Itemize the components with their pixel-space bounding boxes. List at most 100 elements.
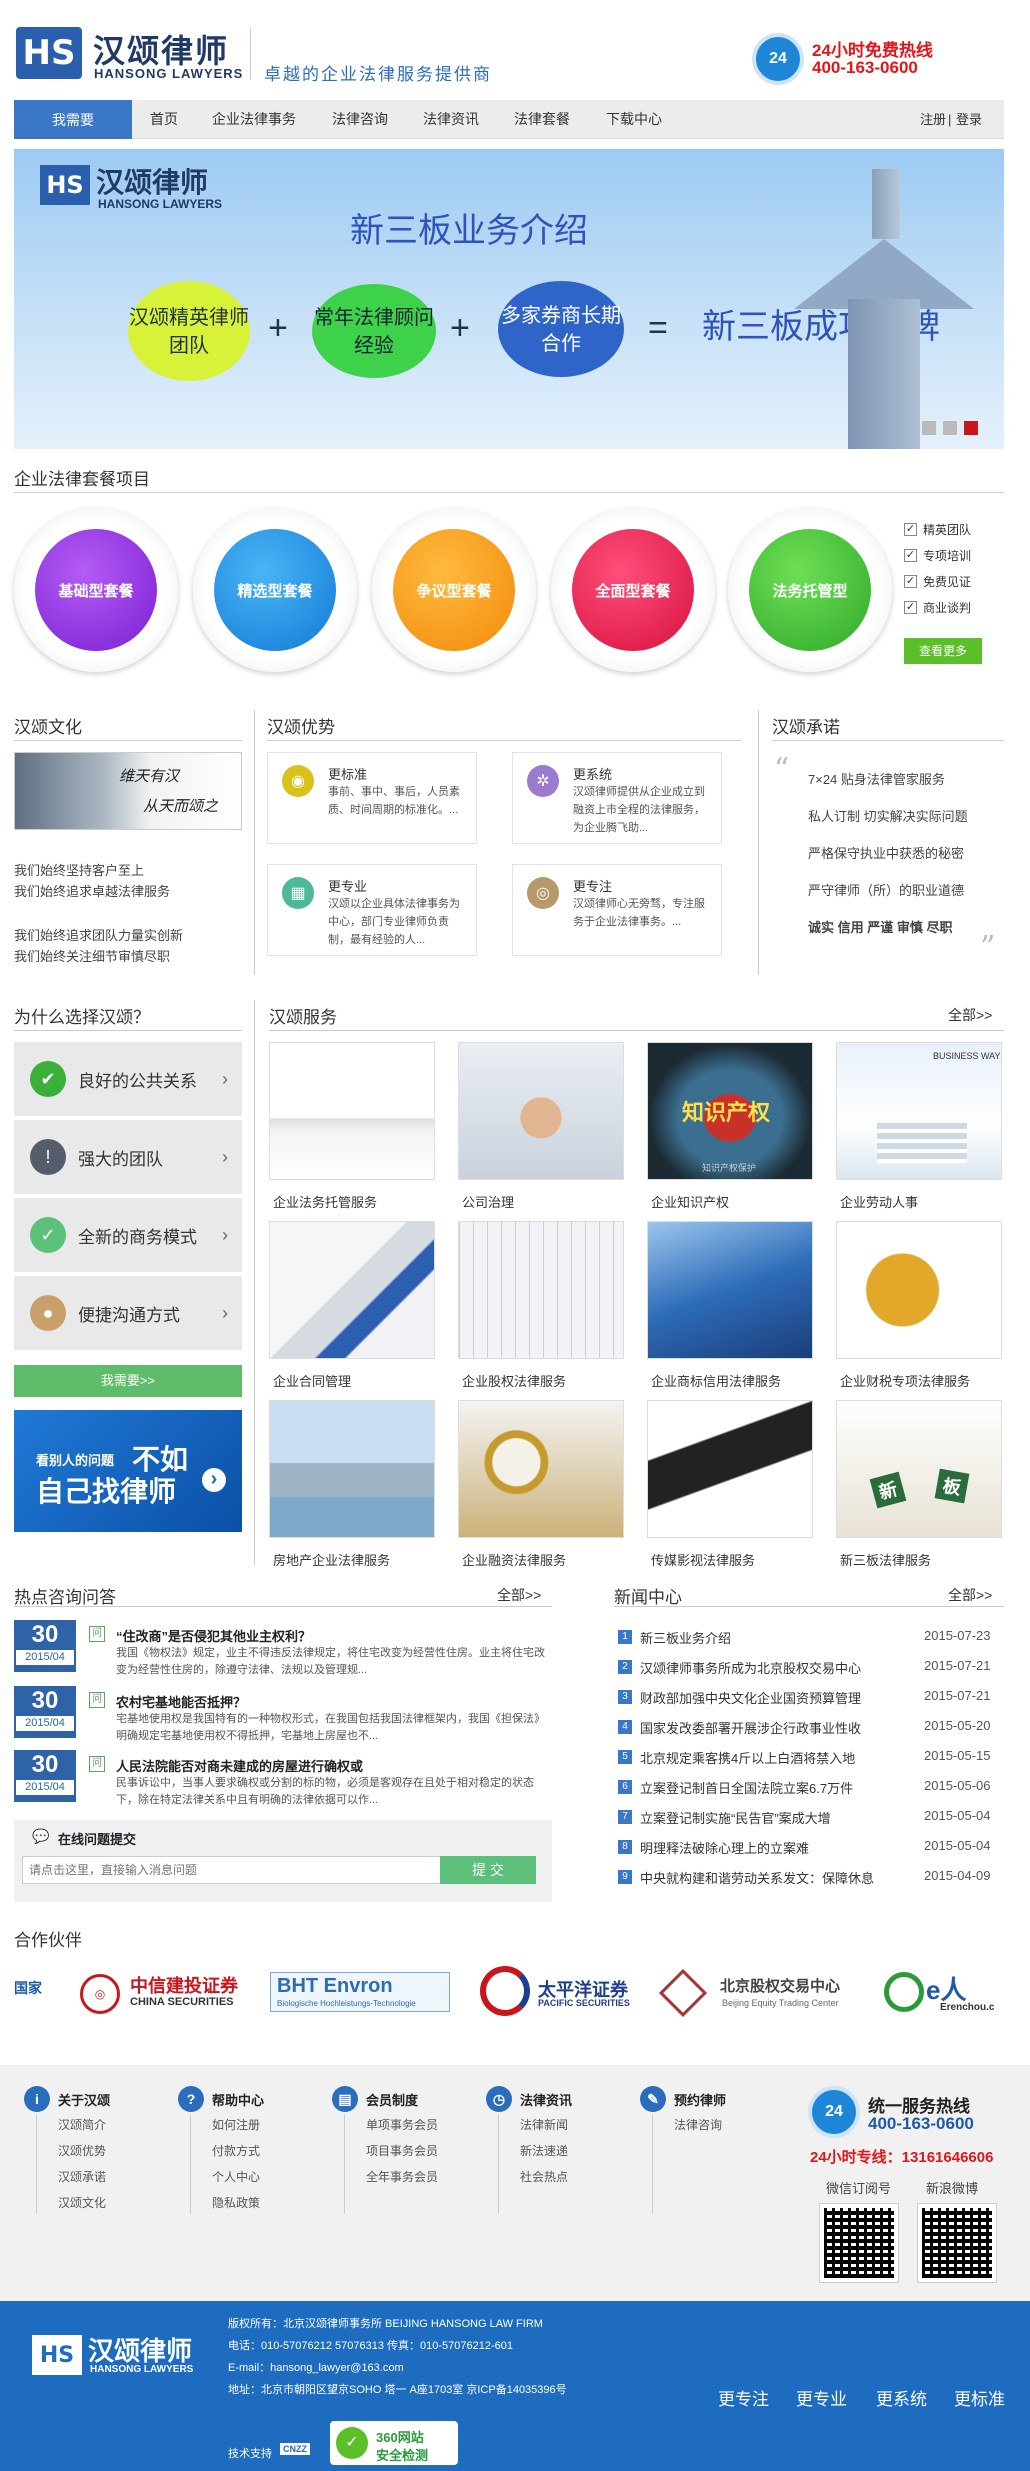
service-img-media[interactable]	[647, 1400, 813, 1538]
advantage-system[interactable]: ✲ 更系统 汉颂律师提供从企业成立到融资上市全程的法律服务，为企业腾飞助...	[512, 752, 722, 844]
news-row[interactable]: 6 立案登记制首日全国法院立案6.7万件 2015-05-06	[618, 1777, 1004, 1797]
nav-legal-news[interactable]: 法律资讯	[423, 100, 479, 139]
footer-link[interactable]: 法律新闻	[520, 2116, 568, 2133]
login-link[interactable]: 登录	[956, 100, 982, 139]
news-row[interactable]: 9 中央就构建和谐劳动关系发文：保障休息 2015-04-09	[618, 1867, 1004, 1887]
service-img-custody[interactable]	[269, 1042, 435, 1180]
news-title[interactable]: 立案登记制实施“民告官”案成大增	[640, 1808, 831, 1827]
footer-link[interactable]: 如何注册	[212, 2116, 260, 2133]
service-img-realestate[interactable]	[269, 1400, 435, 1538]
slide-dot-1[interactable]	[922, 421, 936, 435]
service-img-credit[interactable]	[647, 1221, 813, 1359]
news-row[interactable]: 5 北京规定乘客携4斤以上白酒将禁入地 2015-05-15	[618, 1747, 1004, 1767]
nav-home[interactable]: 首页	[150, 100, 178, 139]
news-row[interactable]: 4 国家发改委部署开展涉企行政事业性收 2015-05-20	[618, 1717, 1004, 1737]
service-caption[interactable]: 公司治理	[462, 1192, 514, 1211]
service-caption[interactable]: 企业劳动人事	[840, 1192, 918, 1211]
why-item-business[interactable]: ✓ 全新的商务模式 ›	[14, 1198, 242, 1274]
news-title[interactable]: 北京规定乘客携4斤以上白酒将禁入地	[640, 1748, 855, 1767]
nav-downloads[interactable]: 下载中心	[606, 100, 662, 139]
qa-item-title-1[interactable]: “住改商”是否侵犯其他业主权利？	[116, 1626, 311, 1645]
news-row[interactable]: 8 明理释法破除心理上的立案难 2015-05-04	[618, 1837, 1004, 1857]
service-caption[interactable]: 新三板法律服务	[840, 1550, 931, 1569]
news-title[interactable]: 新三板业务介绍	[640, 1628, 731, 1647]
service-img-equity[interactable]	[458, 1221, 624, 1359]
news-row[interactable]: 3 财政部加强中央文化企业国资预算管理 2015-07-21	[618, 1687, 1004, 1707]
partner-logo-3[interactable]: BHT Envron Biologische Hochleistungs-Tec…	[270, 1972, 450, 2012]
service-img-hr[interactable]: BUSINESS WAY	[836, 1042, 1002, 1180]
service-caption[interactable]: 企业商标信用法律服务	[651, 1371, 781, 1390]
service-img-neeq[interactable]: 新 板	[836, 1400, 1002, 1538]
news-title[interactable]: 中央就构建和谐劳动关系发文：保障休息	[640, 1868, 874, 1887]
hero-banner[interactable]: HS 汉颂律师 HANSONG LAWYERS 新三板业务介绍 汉颂精英律师团队…	[14, 149, 1004, 449]
slide-dot-2[interactable]	[943, 421, 957, 435]
qa-item-title-2[interactable]: 农村宅基地能否抵押？	[116, 1692, 246, 1711]
service-img-ip[interactable]: 知识产权 知识产权保护	[647, 1042, 813, 1180]
service-caption[interactable]: 企业知识产权	[651, 1192, 729, 1211]
service-caption[interactable]: 企业财税专项法律服务	[840, 1371, 970, 1390]
news-title[interactable]: 汉颂律师事务所成为北京股权交易中心	[640, 1658, 861, 1677]
service-caption[interactable]: 企业法务托管服务	[273, 1192, 377, 1211]
news-row[interactable]: 1 新三板业务介绍 2015-07-23	[618, 1627, 1004, 1647]
service-caption[interactable]: 企业股权法律服务	[462, 1371, 566, 1390]
qa-item-title-3[interactable]: 人民法院能否对商未建成的房屋进行确权或	[116, 1756, 363, 1775]
find-lawyer-ad[interactable]: 看别人的问题 不如 自己找律师 ›	[14, 1410, 242, 1532]
news-title[interactable]: 立案登记制首日全国法院立案6.7万件	[640, 1778, 853, 1797]
footer-link[interactable]: 汉颂文化	[58, 2194, 106, 2211]
qa-more-link[interactable]: 全部>>	[497, 1585, 541, 1605]
package-custody[interactable]: 法务托管型	[728, 508, 892, 672]
footer-link[interactable]: 汉颂承诺	[58, 2168, 106, 2185]
nav-enterprise-affairs[interactable]: 企业法律事务	[212, 100, 296, 139]
footer-link[interactable]: 汉颂简介	[58, 2116, 106, 2133]
question-input[interactable]	[22, 1856, 444, 1884]
advantage-standard[interactable]: ◉ 更标准 事前、事中、事后，人员素质、时间周期的标准化。...	[267, 752, 477, 844]
package-select[interactable]: 精选型套餐	[193, 508, 357, 672]
footer-link[interactable]: 法律咨询	[674, 2116, 722, 2133]
footer-link[interactable]: 个人中心	[212, 2168, 260, 2185]
service-img-contract[interactable]	[269, 1221, 435, 1359]
news-more-link[interactable]: 全部>>	[948, 1585, 992, 1605]
service-caption[interactable]: 传媒影视法律服务	[651, 1550, 755, 1569]
why-item-relations[interactable]: ✔ 良好的公共关系 ›	[14, 1042, 242, 1118]
package-full[interactable]: 全面型套餐	[551, 508, 715, 672]
partner-logo-2[interactable]: 中信建投证券	[130, 1972, 238, 1998]
news-row[interactable]: 7 立案登记制实施“民告官”案成大增 2015-05-04	[618, 1807, 1004, 1827]
news-title[interactable]: 国家发改委部署开展涉企行政事业性收	[640, 1718, 861, 1737]
view-more-button[interactable]: 查看更多	[904, 638, 982, 664]
nav-legal-packages[interactable]: 法律套餐	[514, 100, 570, 139]
footer-link[interactable]: 汉颂优势	[58, 2142, 106, 2159]
package-basic[interactable]: 基础型套餐	[14, 508, 178, 672]
service-img-financing[interactable]	[458, 1400, 624, 1538]
advantage-professional[interactable]: ▦ 更专业 汉颂以企业具体法律事务为中心，部门专业律师负责制，最有经验的人...	[267, 864, 477, 956]
service-img-tax[interactable]	[836, 1221, 1002, 1359]
security-badge[interactable]: ✓ 360网站 安全检测	[330, 2421, 458, 2465]
footer-link[interactable]: 新法速递	[520, 2142, 568, 2159]
slide-dot-3[interactable]	[964, 421, 978, 435]
nav-need-button[interactable]: 我需要	[14, 100, 132, 139]
nav-legal-consult[interactable]: 法律咨询	[332, 100, 388, 139]
package-dispute[interactable]: 争议型套餐	[372, 508, 536, 672]
why-item-communication[interactable]: ● 便捷沟通方式 ›	[14, 1276, 242, 1352]
cnzz-badge[interactable]: CNZZ	[280, 2443, 310, 2455]
register-link[interactable]: 注册	[920, 100, 946, 139]
footer-link[interactable]: 全年事务会员	[366, 2168, 438, 2185]
why-item-team[interactable]: ! 强大的团队 ›	[14, 1120, 242, 1196]
footer-link[interactable]: 项目事务会员	[366, 2142, 438, 2159]
news-title[interactable]: 明理释法破除心理上的立案难	[640, 1838, 809, 1857]
partner-logo-5[interactable]: 北京股权交易中心	[720, 1975, 840, 1996]
advantage-focus[interactable]: ◎ 更专注 汉颂律师心无旁骛，专注服务于企业法律事务。...	[512, 864, 722, 956]
service-caption[interactable]: 企业融资法律服务	[462, 1550, 566, 1569]
footer-link[interactable]: 单项事务会员	[366, 2116, 438, 2133]
news-title[interactable]: 财政部加强中央文化企业国资预算管理	[640, 1688, 861, 1707]
partner-logo-1[interactable]: 国家	[14, 1978, 42, 1998]
news-row[interactable]: 2 汉颂律师事务所成为北京股权交易中心 2015-07-21	[618, 1657, 1004, 1677]
service-caption[interactable]: 企业合同管理	[273, 1371, 351, 1390]
submit-button[interactable]: 提 交	[440, 1856, 536, 1884]
service-caption[interactable]: 房地产企业法律服务	[273, 1550, 390, 1569]
footer-link[interactable]: 社会热点	[520, 2168, 568, 2185]
services-more-link[interactable]: 全部>>	[948, 1005, 992, 1025]
footer-link[interactable]: 付款方式	[212, 2142, 260, 2159]
site-logo[interactable]: HS	[16, 27, 82, 79]
footer-link[interactable]: 隐私政策	[212, 2194, 260, 2211]
service-img-governance[interactable]	[458, 1042, 624, 1180]
